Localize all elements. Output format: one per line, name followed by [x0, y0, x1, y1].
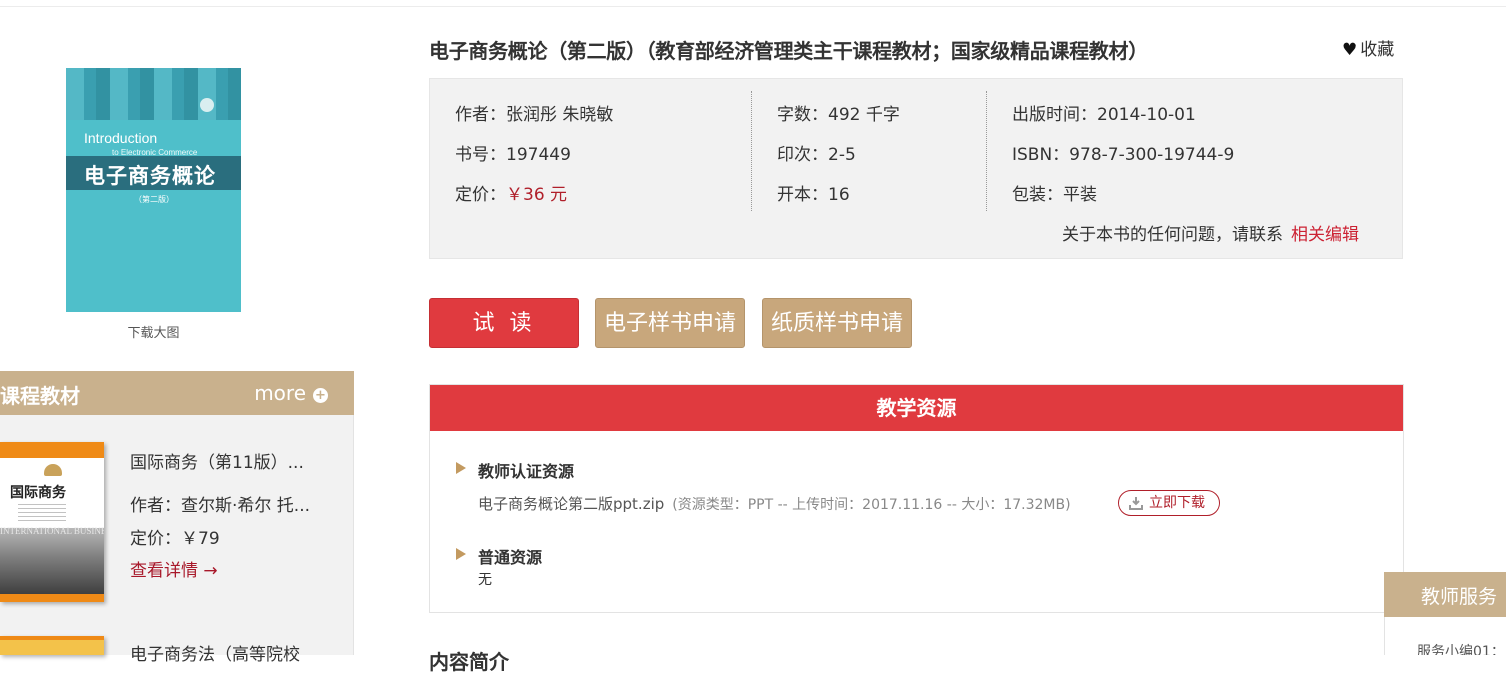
- resource-file-row: 电子商务概论第二版ppt.zip (资源类型：PPT -- 上传时间：2017.1…: [478, 493, 1071, 514]
- heart-icon: ♥: [1342, 40, 1358, 60]
- related-book-price: 定价：￥79: [130, 529, 220, 549]
- sidebar-title: 课程教材: [0, 384, 80, 408]
- favorite-label: 收藏: [1360, 40, 1395, 60]
- sidebar-header: 课程教材 more +: [0, 371, 354, 415]
- contact-text: 关于本书的任何问题，请联系: [1062, 225, 1283, 245]
- related-book-detail-link[interactable]: 查看详情 →: [130, 556, 218, 581]
- related-book-cover[interactable]: 国际商务 INTERNATIONAL BUSINESS: [0, 442, 104, 602]
- related-book-title-2[interactable]: 电子商务法（高等院校: [130, 640, 300, 665]
- download-label: 立即下载: [1149, 495, 1205, 511]
- info-binding: 包装：平装: [1012, 185, 1097, 205]
- cover-orange-band: [0, 442, 104, 458]
- price-label: 定价：: [455, 185, 506, 205]
- info-word-count: 字数：492 千字: [777, 105, 900, 125]
- triangle-right-icon: [456, 462, 466, 474]
- book-info-panel: 作者：张润彤 朱晓敏 书号：197449 定价：￥36 元 字数：492 千字 …: [429, 78, 1403, 259]
- resource-file-meta: (资源类型：PPT -- 上传时间：2017.11.16 -- 大小：17.32…: [672, 497, 1071, 513]
- related-cover-title: 国际商务: [10, 485, 66, 501]
- related-book-author: 作者：查尔斯·希尔 托...: [130, 496, 311, 516]
- teacher-service-header[interactable]: 教师服务: [1384, 572, 1506, 617]
- info-isbn: ISBN：978-7-300-19744-9: [1012, 145, 1235, 165]
- ebook-sample-button[interactable]: 电子样书申请: [595, 298, 745, 348]
- book-title: 电子商务概论（第二版）（教育部经济管理类主干课程教材；国家级精品课程教材）: [429, 39, 1148, 63]
- plus-circle-icon[interactable]: +: [313, 388, 328, 403]
- teacher-service-body: 服务小编01：: [1384, 617, 1506, 655]
- detail-label: 查看详情: [130, 561, 198, 581]
- info-pub-date: 出版时间：2014-10-01: [1012, 105, 1196, 125]
- related-book-title[interactable]: 国际商务（第11版）...: [130, 448, 304, 473]
- top-divider: [0, 6, 1506, 7]
- cover-title-en: Introduction: [84, 130, 158, 146]
- book-cover-image[interactable]: Introduction to Electronic Commerce 电子商务…: [66, 68, 241, 312]
- general-resources-heading: 普通资源: [478, 548, 543, 567]
- paper-sample-button[interactable]: 纸质样书申请: [762, 298, 912, 348]
- teacher-service-title: 教师服务: [1421, 586, 1498, 608]
- cover-photo: [0, 528, 104, 594]
- cover-bottom-band: [0, 594, 104, 602]
- cover-pattern: [66, 68, 241, 120]
- contact-editor-link[interactable]: 相关编辑: [1291, 225, 1359, 245]
- sidebar-more-link[interactable]: more: [254, 381, 306, 405]
- info-divider: [986, 91, 987, 211]
- info-format: 开本：16: [777, 185, 850, 205]
- info-price: 定价：￥36 元: [455, 180, 567, 205]
- service-contact-line: 服务小编01：: [1417, 644, 1505, 655]
- arrow-right-icon: →: [203, 561, 218, 581]
- cover-crest-icon: [44, 464, 62, 476]
- price-value: ￥36 元: [506, 185, 568, 205]
- cover-emblem-icon: [200, 98, 214, 112]
- cover-edition: （第二版）: [134, 195, 174, 204]
- resource-file-name[interactable]: 电子商务概论第二版ppt.zip: [478, 495, 664, 513]
- teaching-resources-panel: 教学资源 教师认证资源 电子商务概论第二版ppt.zip (资源类型：PPT --…: [429, 384, 1404, 613]
- download-large-image-link[interactable]: 下载大图: [66, 322, 241, 341]
- trial-read-button[interactable]: 试 读: [429, 298, 579, 348]
- download-icon: [1129, 497, 1143, 510]
- favorite-button[interactable]: ♥ 收藏: [1342, 35, 1394, 60]
- resources-heading: 教学资源: [430, 385, 1403, 431]
- more-label: more: [254, 381, 306, 405]
- teacher-resources-heading: 教师认证资源: [478, 462, 575, 481]
- info-book-no: 书号：197449: [455, 145, 571, 165]
- contact-line: 关于本书的任何问题，请联系 相关编辑: [1062, 220, 1359, 245]
- cover-text-lines: [18, 504, 66, 524]
- info-author: 作者：张润彤 朱晓敏: [455, 105, 614, 125]
- triangle-right-icon: [456, 548, 466, 560]
- info-divider: [751, 91, 752, 211]
- general-resources-empty: 无: [478, 572, 492, 588]
- intro-heading: 内容简介: [429, 650, 509, 674]
- download-now-button[interactable]: 立即下载: [1118, 490, 1220, 516]
- related-cover-en: INTERNATIONAL BUSINESS: [0, 526, 104, 536]
- cover-title-cn: 电子商务概论: [84, 163, 216, 188]
- related-book-cover-2[interactable]: [0, 636, 104, 655]
- info-impression: 印次：2-5: [777, 145, 856, 165]
- cover-orange-band: [0, 636, 104, 640]
